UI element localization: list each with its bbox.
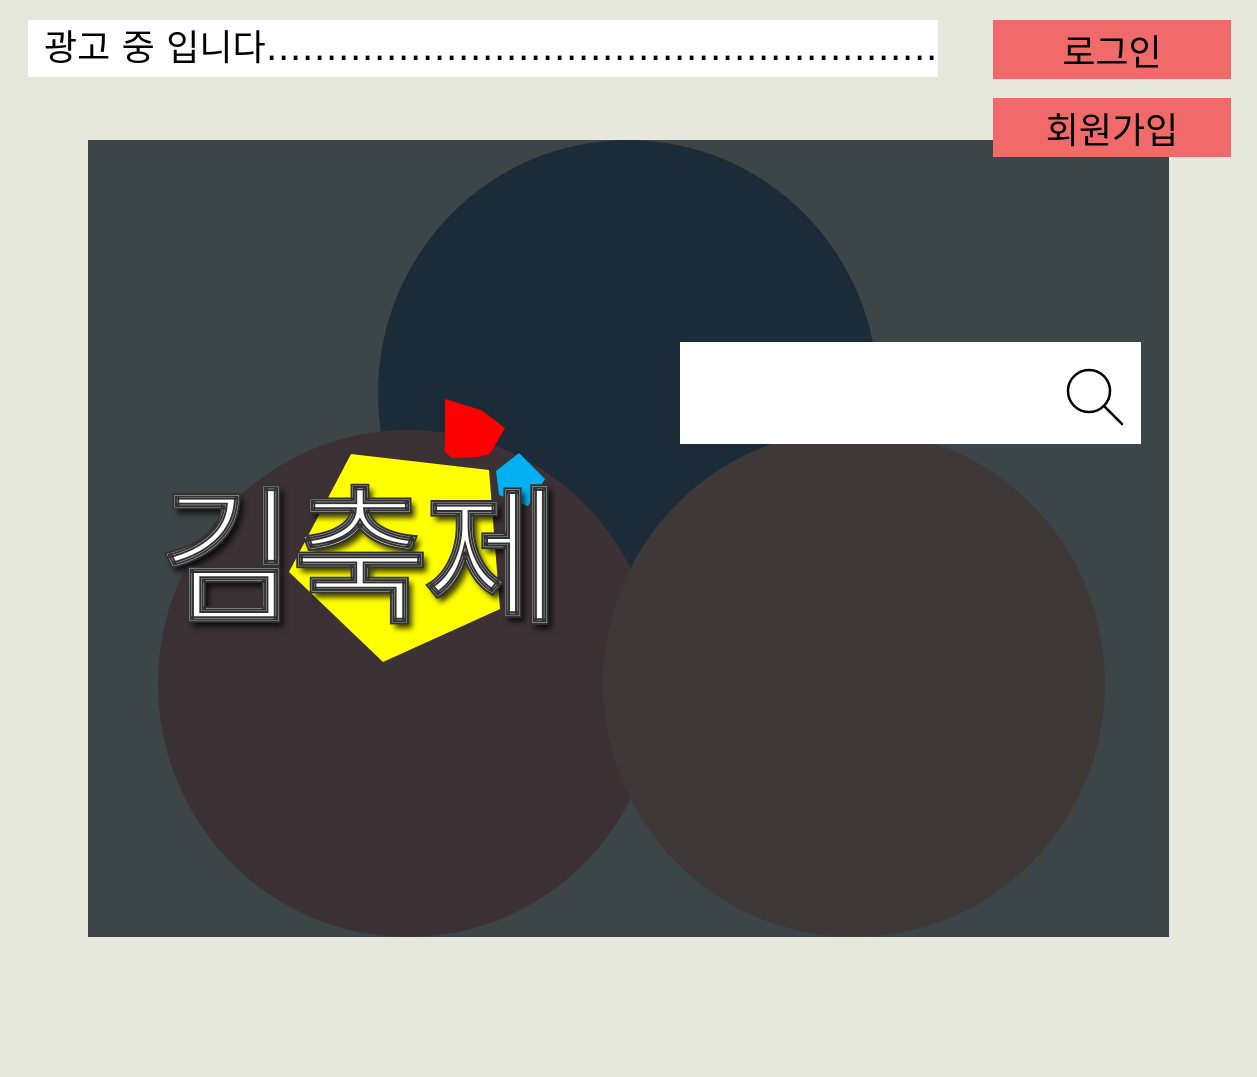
ad-banner-text: 광고 중 입니다…………………………………………………………… xyxy=(44,27,938,69)
festival-logo-title: 김축제 xyxy=(159,473,561,645)
search-box xyxy=(680,342,1141,444)
search-icon[interactable] xyxy=(1060,362,1130,432)
login-button[interactable]: 로그인 xyxy=(993,20,1231,79)
hero-panel: 김축제 개인 기업 xyxy=(88,140,1169,937)
red-pentagon xyxy=(444,399,505,458)
signup-button[interactable]: 회원가입 xyxy=(993,98,1231,157)
search-input[interactable] xyxy=(680,342,1050,444)
ad-banner: 광고 중 입니다…………………………………………………………… xyxy=(28,20,938,77)
